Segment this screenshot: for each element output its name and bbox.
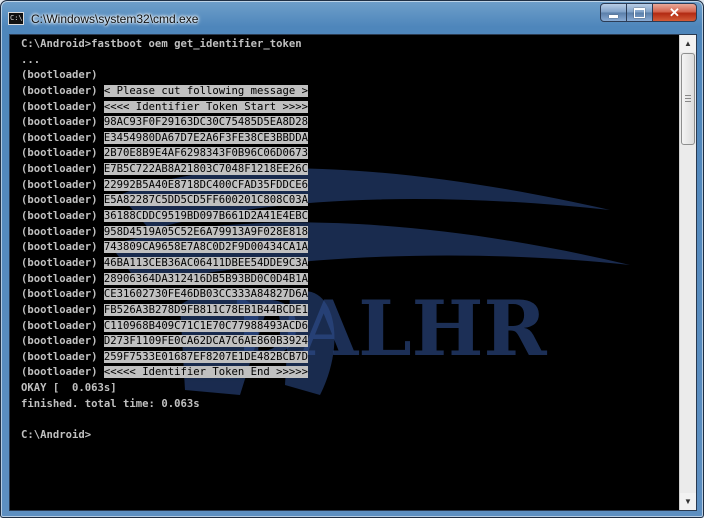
console-line: C:\Android>	[21, 428, 308, 444]
selected-token-text[interactable]: 98AC93F0F29163DC30C75485D5EA8D28	[103, 116, 309, 129]
close-button[interactable]: ✕	[653, 3, 697, 22]
console-line: (bootloader) 22992B5A40E8718DC400CFAD35F…	[21, 178, 309, 194]
selected-token-text[interactable]: 22992B5A40E8718DC400CFAD35FDDCE6	[103, 178, 309, 191]
console-line: (bootloader) 958D4519A05C52E6A79913A9F02…	[21, 225, 309, 241]
console-line-text: C:\Android>	[21, 429, 92, 442]
console-line: finished. total time: 0.063s	[21, 397, 308, 413]
console-line: (bootloader) <<<<< Identifier Token End …	[21, 365, 309, 381]
selected-token-text[interactable]: C110968B409C71C1E70C77988493ACD6	[103, 319, 309, 332]
console-client-area: DALHR C:\Android>fastboot oem get_identi…	[9, 34, 697, 511]
console-line-text: (bootloader)	[21, 116, 104, 129]
console-line-text: (bootloader)	[21, 100, 104, 113]
selected-token-text[interactable]: <<<<< Identifier Token End >>>>>	[103, 366, 309, 379]
console-line-text: (bootloader)	[21, 350, 104, 363]
console-line: (bootloader) 2B70E8B9E4AF6298343F0B96C06…	[21, 146, 309, 162]
console-line-text: (bootloader)	[21, 131, 104, 144]
console-line: (bootloader) 28906364DA312416DB5B93BD0C0…	[21, 272, 309, 288]
cmd-icon[interactable]: C:\	[8, 12, 24, 25]
console-line: (bootloader) CE31602730FE46DB03CC333A848…	[21, 287, 309, 303]
selected-token-text[interactable]: E5A82287C5DD5CD5FF600201C808C03A	[103, 194, 309, 207]
console-line: (bootloader) 36188CDDC9519BD097B661D2A41…	[21, 209, 309, 225]
minimize-button[interactable]	[600, 3, 627, 22]
close-icon: ✕	[669, 4, 680, 20]
console-line: C:\Android>fastboot oem get_identifier_t…	[21, 37, 308, 53]
console-output[interactable]: DALHR C:\Android>fastboot oem get_identi…	[10, 35, 678, 510]
console-line: (bootloader) E5A82287C5DD5CD5FF600201C80…	[21, 193, 309, 209]
scroll-down-arrow-icon: ▼	[684, 497, 692, 506]
console-line: (bootloader) C110968B409C71C1E70C7798849…	[21, 319, 309, 335]
console-line: (bootloader) 259F7533E01687EF8207E1DE482…	[21, 350, 309, 366]
console-line-text: (bootloader)	[21, 163, 104, 176]
selected-token-text[interactable]: < Please cut following message >	[103, 84, 309, 97]
selected-token-text[interactable]: 46BA113CEB36AC06411DBEE54DDE9C3A	[103, 256, 309, 269]
console-line-text: (bootloader)	[21, 210, 104, 223]
console-line-text: ...	[21, 53, 41, 66]
console-line: (bootloader) E7B5C722AB8A21803C7048F1218…	[21, 162, 309, 178]
console-line: (bootloader) D273F1109FE0CA62DCA7C6AE860…	[21, 334, 309, 350]
console-line: (bootloader) <<<< Identifier Token Start…	[21, 100, 309, 116]
console-line-text: (bootloader)	[21, 256, 104, 269]
selected-token-text[interactable]: CE31602730FE46DB03CC333A84827D6A	[103, 288, 309, 301]
console-line-text: (bootloader)	[21, 366, 104, 379]
console-line-text: (bootloader)	[21, 272, 104, 285]
console-line-text: C:\Android>fastboot oem get_identifier_t…	[21, 38, 302, 50]
vertical-scrollbar[interactable]: ▲ ▼	[679, 35, 696, 510]
title-bar[interactable]: C:\ C:\Windows\system32\cmd.exe ✕	[1, 1, 703, 33]
console-line: OKAY [ 0.063s]	[21, 381, 308, 397]
selected-token-text[interactable]: 28906364DA312416DB5B93BD0C0D4B1A	[103, 272, 309, 285]
maximize-icon	[634, 7, 645, 18]
selected-token-text[interactable]: E7B5C722AB8A21803C7048F1218EE26C	[103, 163, 309, 176]
console-line-text: (bootloader)	[21, 147, 104, 160]
window-title: C:\Windows\system32\cmd.exe	[31, 12, 199, 26]
console-line-text: (bootloader)	[21, 241, 104, 254]
console-line: (bootloader) 98AC93F0F29163DC30C75485D5E…	[21, 115, 309, 131]
scrollbar-thumb[interactable]	[681, 53, 695, 145]
selected-token-text[interactable]: FB526A3B278D9FB811C78EB1B44BCDE1	[103, 303, 309, 316]
console-lines: C:\Android>fastboot oem get_identifier_t…	[21, 37, 309, 444]
selected-token-text[interactable]: 36188CDDC9519BD097B661D2A41E4EBC	[103, 210, 309, 223]
selected-token-text[interactable]: 259F7533E01687EF8207E1DE482BCB7D	[103, 350, 309, 363]
scroll-down-button[interactable]: ▼	[680, 493, 696, 510]
selected-token-text[interactable]: 958D4519A05C52E6A79913A9F028E818	[103, 225, 309, 238]
minimize-icon	[609, 15, 618, 18]
console-line: (bootloader)	[21, 68, 308, 84]
selected-token-text[interactable]: D273F1109FE0CA62DCA7C6AE860B3924	[103, 335, 309, 348]
scroll-up-button[interactable]: ▲	[680, 35, 696, 52]
console-line-text: (bootloader)	[21, 84, 104, 97]
thumb-grip	[685, 101, 691, 102]
console-line-text: OKAY [ 0.063s]	[21, 382, 117, 395]
selected-token-text[interactable]: 2B70E8B9E4AF6298343F0B96C06D0673	[103, 147, 309, 160]
cmd-window: C:\ C:\Windows\system32\cmd.exe ✕ DALHR …	[0, 0, 704, 518]
selected-token-text[interactable]: 743809CA9658E7A8C0D2F9D00434CA1A	[103, 241, 309, 254]
thumb-grip	[685, 98, 691, 99]
console-line-text: (bootloader)	[21, 69, 104, 82]
console-line: (bootloader) 743809CA9658E7A8C0D2F9D0043…	[21, 240, 309, 256]
maximize-button[interactable]	[627, 3, 653, 22]
thumb-grip	[685, 95, 691, 96]
window-controls: ✕	[600, 3, 697, 22]
console-line: (bootloader) 46BA113CEB36AC06411DBEE54DD…	[21, 256, 309, 272]
selected-token-text[interactable]: E3454980DA67D7E2A6F3FE38CE3BBDDA	[103, 131, 309, 144]
console-line-text: (bootloader)	[21, 194, 104, 207]
scroll-up-arrow-icon: ▲	[684, 39, 692, 48]
console-line-text: finished. total time: 0.063s	[21, 397, 200, 410]
console-line-text: (bootloader)	[21, 303, 104, 316]
console-line-text: (bootloader)	[21, 178, 104, 191]
console-line-text: (bootloader)	[21, 319, 104, 332]
console-line: (bootloader) < Please cut following mess…	[21, 84, 309, 100]
console-line: ...	[21, 53, 308, 69]
console-line-text: (bootloader)	[21, 335, 104, 348]
console-line: (bootloader) FB526A3B278D9FB811C78EB1B44…	[21, 303, 309, 319]
console-line-text: (bootloader)	[21, 225, 104, 238]
console-line: (bootloader) E3454980DA67D7E2A6F3FE38CE3…	[21, 131, 309, 147]
selected-token-text[interactable]: <<<< Identifier Token Start >>>>	[103, 100, 309, 113]
console-line-text: (bootloader)	[21, 288, 104, 301]
